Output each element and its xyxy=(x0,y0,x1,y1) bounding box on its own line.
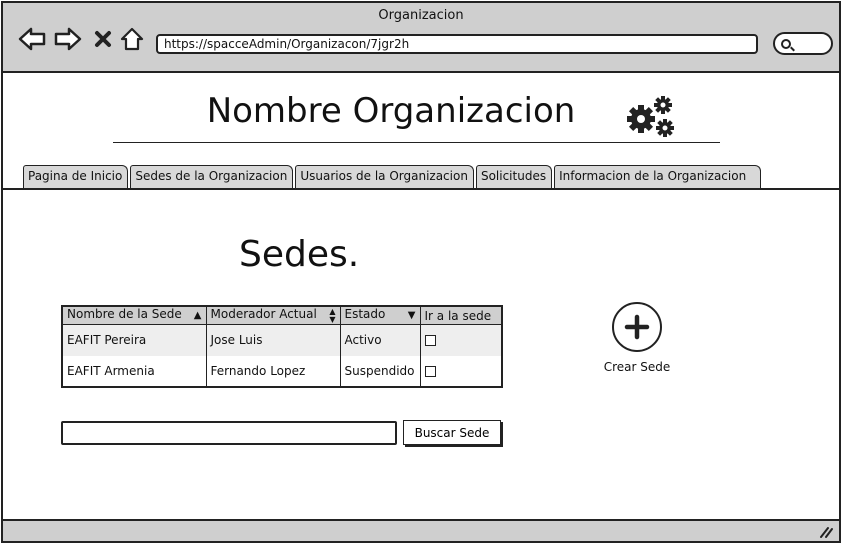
status-bar xyxy=(3,519,839,541)
cell-go xyxy=(420,324,503,356)
sort-ascending-icon[interactable]: ▲ xyxy=(194,307,202,324)
create-sede-button[interactable] xyxy=(612,302,662,352)
window-title: Organizacion xyxy=(378,8,464,23)
resize-grip-icon[interactable] xyxy=(819,526,833,538)
cell-moderator: Jose Luis xyxy=(206,324,341,356)
gears-icon[interactable] xyxy=(627,95,679,139)
cell-sede-name: EAFIT Armenia xyxy=(62,355,207,387)
home-icon[interactable] xyxy=(118,25,146,53)
table-header-row: Nombre de la Sede ▲ Moderador Actual ▲ ▼ … xyxy=(62,306,503,325)
table-row[interactable]: EAFIT Pereira Jose Luis Activo xyxy=(62,324,503,356)
back-arrow-icon[interactable] xyxy=(17,25,47,53)
create-sede-label[interactable]: Crear Sede xyxy=(597,360,677,374)
column-header-label: Nombre de la Sede xyxy=(67,307,182,321)
tab-sedes[interactable]: Sedes de la Organizacion xyxy=(130,165,294,188)
search-icon xyxy=(781,39,791,49)
cell-sede-name: EAFIT Pereira xyxy=(62,324,207,356)
column-header-label: Ir a la sede xyxy=(424,308,492,323)
sort-descending-icon[interactable]: ▼ xyxy=(408,307,416,324)
cell-moderator: Fernando Lopez xyxy=(206,355,341,387)
search-sede-button[interactable]: Buscar Sede xyxy=(403,420,501,445)
plus-icon xyxy=(624,314,650,340)
table-row[interactable]: EAFIT Armenia Fernando Lopez Suspendido xyxy=(62,355,503,387)
page-title: Sedes. xyxy=(239,234,360,275)
tab-informacion[interactable]: Informacion de la Organizacion xyxy=(554,165,762,188)
search-sede-input[interactable] xyxy=(61,421,397,445)
column-header-moderador[interactable]: Moderador Actual ▲ ▼ xyxy=(206,306,341,325)
cell-status: Activo xyxy=(340,324,421,356)
browser-titlebar: Organizacion https://spacceAdmin/Organiz… xyxy=(3,3,839,73)
tab-content-divider xyxy=(3,188,839,190)
browser-search[interactable] xyxy=(773,32,833,55)
go-to-sede-checkbox[interactable] xyxy=(424,335,436,347)
cell-go xyxy=(420,355,503,387)
column-header-nombre[interactable]: Nombre de la Sede ▲ xyxy=(62,306,207,325)
column-header-estado[interactable]: Estado ▼ xyxy=(340,306,421,325)
sedes-table: Nombre de la Sede ▲ Moderador Actual ▲ ▼ … xyxy=(61,305,503,388)
tab-usuarios[interactable]: Usuarios de la Organizacion xyxy=(295,165,474,188)
column-header-label: Estado xyxy=(344,307,386,321)
go-to-sede-checkbox[interactable] xyxy=(424,365,436,377)
organization-name: Nombre Organizacion xyxy=(206,91,576,131)
cell-status: Suspendido xyxy=(340,355,421,387)
forward-arrow-icon[interactable] xyxy=(53,25,83,53)
browser-window: Organizacion https://spacceAdmin/Organiz… xyxy=(1,1,841,543)
tab-solicitudes[interactable]: Solicitudes xyxy=(475,165,553,188)
url-input[interactable]: https://spacceAdmin/Organizacon/7jgr2h xyxy=(156,34,758,54)
column-header-label: Moderador Actual xyxy=(210,307,317,321)
close-icon[interactable] xyxy=(90,25,116,53)
title-divider xyxy=(113,142,720,143)
tab-pagina-de-inicio[interactable]: Pagina de Inicio xyxy=(23,165,129,188)
column-header-ir: Ir a la sede xyxy=(420,306,503,325)
sort-both-icon[interactable]: ▲ ▼ xyxy=(329,307,335,324)
tab-bar: Pagina de Inicio Sedes de la Organizacio… xyxy=(23,165,763,188)
